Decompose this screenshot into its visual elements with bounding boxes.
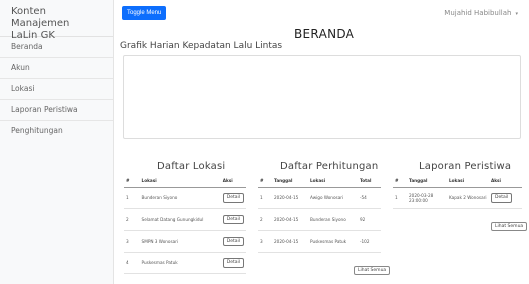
- col-header-tanggal: Tanggal: [272, 174, 308, 188]
- cell-lokasi: SMPN 3 Wonosari: [139, 230, 221, 253]
- lokasi-section-title: Daftar Lokasi: [157, 161, 226, 172]
- table-row: 1 Bunderan Siyono Detail: [124, 187, 246, 209]
- topbar: Toggle Menu Mujahid Habibullah ▾: [113, 0, 529, 25]
- table-header-row: # Tanggal Lokasi Total: [258, 174, 381, 188]
- cell-lokasi: Kapak 2 Wonosari: [447, 187, 489, 209]
- table-row: 1 2020-03-28 23:00:00 Kapak 2 Wonosari D…: [393, 187, 522, 209]
- table-row: 3 2020-04-15 Puskesmas Patuk -102: [258, 230, 381, 253]
- cell-lokasi: Awigo Wonosari: [308, 187, 358, 209]
- detail-button[interactable]: Detail: [491, 193, 513, 203]
- cell-lokasi: Bunderan Siyono: [139, 187, 221, 209]
- col-header-no: #: [258, 174, 272, 188]
- cell-no: 2: [124, 208, 140, 231]
- table-row: 1 2020-04-15 Awigo Wonosari -54: [258, 187, 381, 209]
- cell-tanggal: 2020-03-28 23:00:00: [407, 187, 447, 209]
- user-name: Mujahid Habibullah: [444, 9, 512, 17]
- cell-total: -54: [358, 187, 381, 209]
- sidebar-item-penghitungan[interactable]: Penghitungan: [0, 121, 113, 141]
- sidebar-item-akun[interactable]: Akun: [0, 58, 113, 79]
- cell-tanggal: 2020-04-15: [272, 230, 308, 253]
- table-header-row: # Tanggal Lokasi Aksi: [393, 174, 522, 188]
- table-row: 2 2020-04-15 Bunderan Siyono 92: [258, 208, 381, 231]
- perhitungan-section-title: Daftar Perhitungan: [280, 161, 379, 172]
- peristiwa-table: # Tanggal Lokasi Aksi 1 2020-03-28 23:00…: [393, 174, 522, 209]
- page-title: BERANDA: [294, 27, 355, 41]
- cell-tanggal: 2020-04-15: [272, 208, 308, 231]
- cell-no: 1: [258, 187, 272, 209]
- cell-lokasi: Selamat Datang Gunungkidul: [139, 208, 221, 231]
- caret-down-icon: ▾: [515, 11, 518, 17]
- sidebar-item-lokasi[interactable]: Lokasi: [0, 79, 113, 100]
- col-header-no: #: [124, 174, 140, 188]
- detail-button[interactable]: Detail: [222, 214, 244, 225]
- col-header-aksi: Aksi: [489, 174, 522, 188]
- brand-line-1: Konten Manajemen: [11, 6, 70, 29]
- cell-no: 3: [124, 230, 140, 253]
- col-header-aksi: Aksi: [220, 174, 246, 188]
- table-row: 3 SMPN 3 Wonosari Detail: [124, 230, 246, 253]
- cell-no: 4: [124, 252, 140, 274]
- cell-tanggal: 2020-04-15: [272, 187, 308, 209]
- cell-no: 1: [124, 187, 140, 209]
- peristiwa-section-title: Laporan Peristiwa: [419, 161, 512, 172]
- table-row: 2 Selamat Datang Gunungkidul Detail: [124, 208, 246, 231]
- chart-title: Grafik Harian Kepadatan Lalu Lintas: [120, 41, 283, 51]
- cell-total: 92: [358, 208, 381, 231]
- sidebar-item-beranda[interactable]: Beranda: [0, 37, 113, 58]
- sidebar-brand: Konten Manajemen LaLin GK: [0, 0, 113, 41]
- perhitungan-table: # Tanggal Lokasi Total 1 2020-04-15 Awig…: [258, 174, 381, 253]
- sidebar: Konten Manajemen LaLin GK Beranda Akun L…: [0, 0, 114, 284]
- perhitungan-view-all-button[interactable]: Lihat Semua: [354, 266, 391, 275]
- col-header-lokasi: Lokasi: [139, 174, 221, 188]
- user-menu[interactable]: Mujahid Habibullah ▾: [444, 9, 518, 17]
- cell-total: -102: [358, 230, 381, 253]
- col-header-total: Total: [358, 174, 381, 188]
- peristiwa-view-all-button[interactable]: Lihat Semua: [491, 222, 528, 231]
- col-header-tanggal: Tanggal: [407, 174, 447, 188]
- detail-button[interactable]: Detail: [222, 258, 244, 268]
- sidebar-item-laporan-peristiwa[interactable]: Laporan Peristiwa: [0, 100, 113, 121]
- toggle-menu-button[interactable]: Toggle Menu: [122, 6, 167, 20]
- col-header-lokasi: Lokasi: [308, 174, 358, 188]
- cell-lokasi: Puskesmas Patuk: [139, 252, 221, 274]
- cell-no: 1: [393, 187, 407, 209]
- cell-no: 3: [258, 230, 272, 253]
- cell-lokasi: Puskesmas Patuk: [308, 230, 358, 253]
- table-header-row: # Lokasi Aksi: [124, 174, 246, 188]
- cell-no: 2: [258, 208, 272, 231]
- detail-button[interactable]: Detail: [222, 193, 244, 203]
- cell-lokasi: Bunderan Siyono: [308, 208, 358, 231]
- col-header-lokasi: Lokasi: [447, 174, 489, 188]
- lokasi-table: # Lokasi Aksi 1 Bunderan Siyono Detail 2…: [124, 174, 246, 274]
- detail-button[interactable]: Detail: [222, 236, 244, 247]
- col-header-no: #: [393, 174, 407, 188]
- table-row: 4 Puskesmas Patuk Detail: [124, 252, 246, 274]
- traffic-chart-area: [123, 55, 521, 139]
